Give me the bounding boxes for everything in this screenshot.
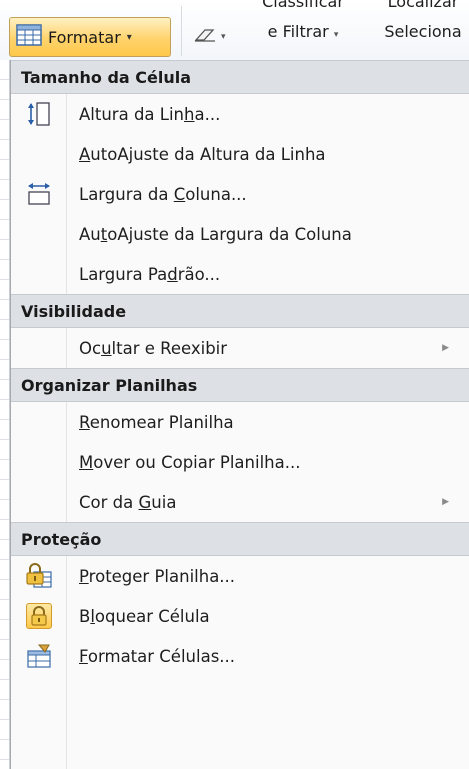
item-text: Largura Pa: [79, 264, 168, 284]
find-select-line1: Localizar: [387, 0, 459, 11]
item-text: enomear Planilha: [89, 412, 234, 432]
worksheet-grid-edge: [0, 60, 10, 769]
item-mnemonic: h: [184, 104, 195, 124]
menu-item-format-cells[interactable]: Formatar Células...: [11, 636, 469, 676]
section-header-cell-size: Tamanho da Célula: [11, 60, 469, 94]
menu-item-move-copy-sheet[interactable]: Mover ou Copiar Planilha...: [11, 442, 469, 482]
menu-item-hide-unhide[interactable]: Ocultar e Reexibir ▶: [11, 328, 469, 368]
item-mnemonic: R: [79, 412, 90, 432]
chevron-down-icon: ▾: [221, 32, 226, 42]
submenu-arrow-icon: ▶: [442, 497, 449, 507]
item-text: utoAjuste da Altura da Linha: [90, 144, 326, 164]
item-text: Largura da: [79, 184, 174, 204]
chevron-down-icon: ▾: [126, 31, 132, 43]
menu-item-row-height[interactable]: Altura da Linha...: [11, 94, 469, 134]
section-header-organize-sheets: Organizar Planilhas: [11, 368, 469, 402]
format-button[interactable]: Formatar ▾: [9, 17, 171, 57]
item-mnemonic: F: [79, 646, 88, 666]
ribbon-separator: [181, 6, 182, 56]
item-text: Cor da: [79, 492, 139, 512]
item-text: Oc: [79, 338, 102, 358]
menu-item-autofit-column-width[interactable]: AutoAjuste da Largura da Coluna: [11, 214, 469, 254]
item-mnemonic: d: [167, 264, 178, 284]
item-text: ormatar Células...: [87, 646, 236, 666]
item-text: over ou Copiar Planilha...: [93, 452, 301, 472]
menu-item-rename-sheet[interactable]: Renomear Planilha: [11, 402, 469, 442]
item-text: ltar e Reexibir: [111, 338, 228, 358]
menu-item-column-width[interactable]: Largura da Coluna...: [11, 174, 469, 214]
item-text: oAjuste da Largura da Coluna: [107, 224, 352, 244]
menu-item-tab-color[interactable]: Cor da Guia ▶: [11, 482, 469, 522]
item-text: Au: [79, 224, 101, 244]
item-mnemonic: M: [79, 452, 94, 472]
clear-button[interactable]: ▾: [193, 27, 226, 47]
format-dropdown-menu: Tamanho da Célula Altura da Linha... Aut…: [10, 60, 469, 769]
find-select-button[interactable]: Localizar Seleciona: [368, 0, 469, 42]
item-mnemonic: C: [173, 184, 186, 204]
menu-item-protect-sheet[interactable]: Proteger Planilha...: [11, 556, 469, 596]
sort-filter-line2: e Filtrar: [267, 22, 329, 41]
sort-filter-button[interactable]: Classificar e Filtrar ▾: [243, 0, 363, 45]
format-cells-dialog-icon: [11, 636, 67, 676]
item-mnemonic: G: [138, 492, 152, 512]
sort-filter-line1: Classificar: [262, 0, 344, 11]
ribbon-strip: Formatar ▾ ▾ Classificar e Filtrar ▾ Loc…: [0, 0, 469, 61]
item-text: uia: [151, 492, 177, 512]
item-text: oquear Célula: [94, 606, 210, 626]
row-height-icon: [11, 94, 67, 134]
format-cells-icon: [16, 24, 42, 50]
menu-item-default-width[interactable]: Largura Padrão...: [11, 254, 469, 294]
find-select-line2: Seleciona: [384, 22, 462, 41]
menu-item-autofit-row-height[interactable]: AutoAjuste da Altura da Linha: [11, 134, 469, 174]
format-button-label: Formatar: [48, 27, 121, 47]
chevron-down-icon: ▾: [333, 30, 339, 40]
menu-item-lock-cell[interactable]: Bloquear Célula: [11, 596, 469, 636]
item-mnemonic: u: [101, 338, 112, 358]
protect-sheet-icon: [11, 556, 67, 596]
item-mnemonic: P: [79, 566, 89, 586]
column-width-icon: [11, 174, 67, 214]
item-text: Altura da Lin: [79, 104, 185, 124]
item-mnemonic: A: [79, 144, 91, 164]
eraser-icon: [193, 27, 217, 47]
item-text: roteger Planilha...: [88, 566, 236, 586]
item-text: oluna...: [185, 184, 247, 204]
submenu-arrow-icon: ▶: [442, 343, 449, 353]
item-text: a...: [194, 104, 221, 124]
item-text: rão...: [177, 264, 221, 284]
section-header-protection: Proteção: [11, 522, 469, 556]
section-header-visibility: Visibilidade: [11, 294, 469, 328]
lock-cell-icon: [26, 603, 52, 629]
item-text: B: [79, 606, 91, 626]
